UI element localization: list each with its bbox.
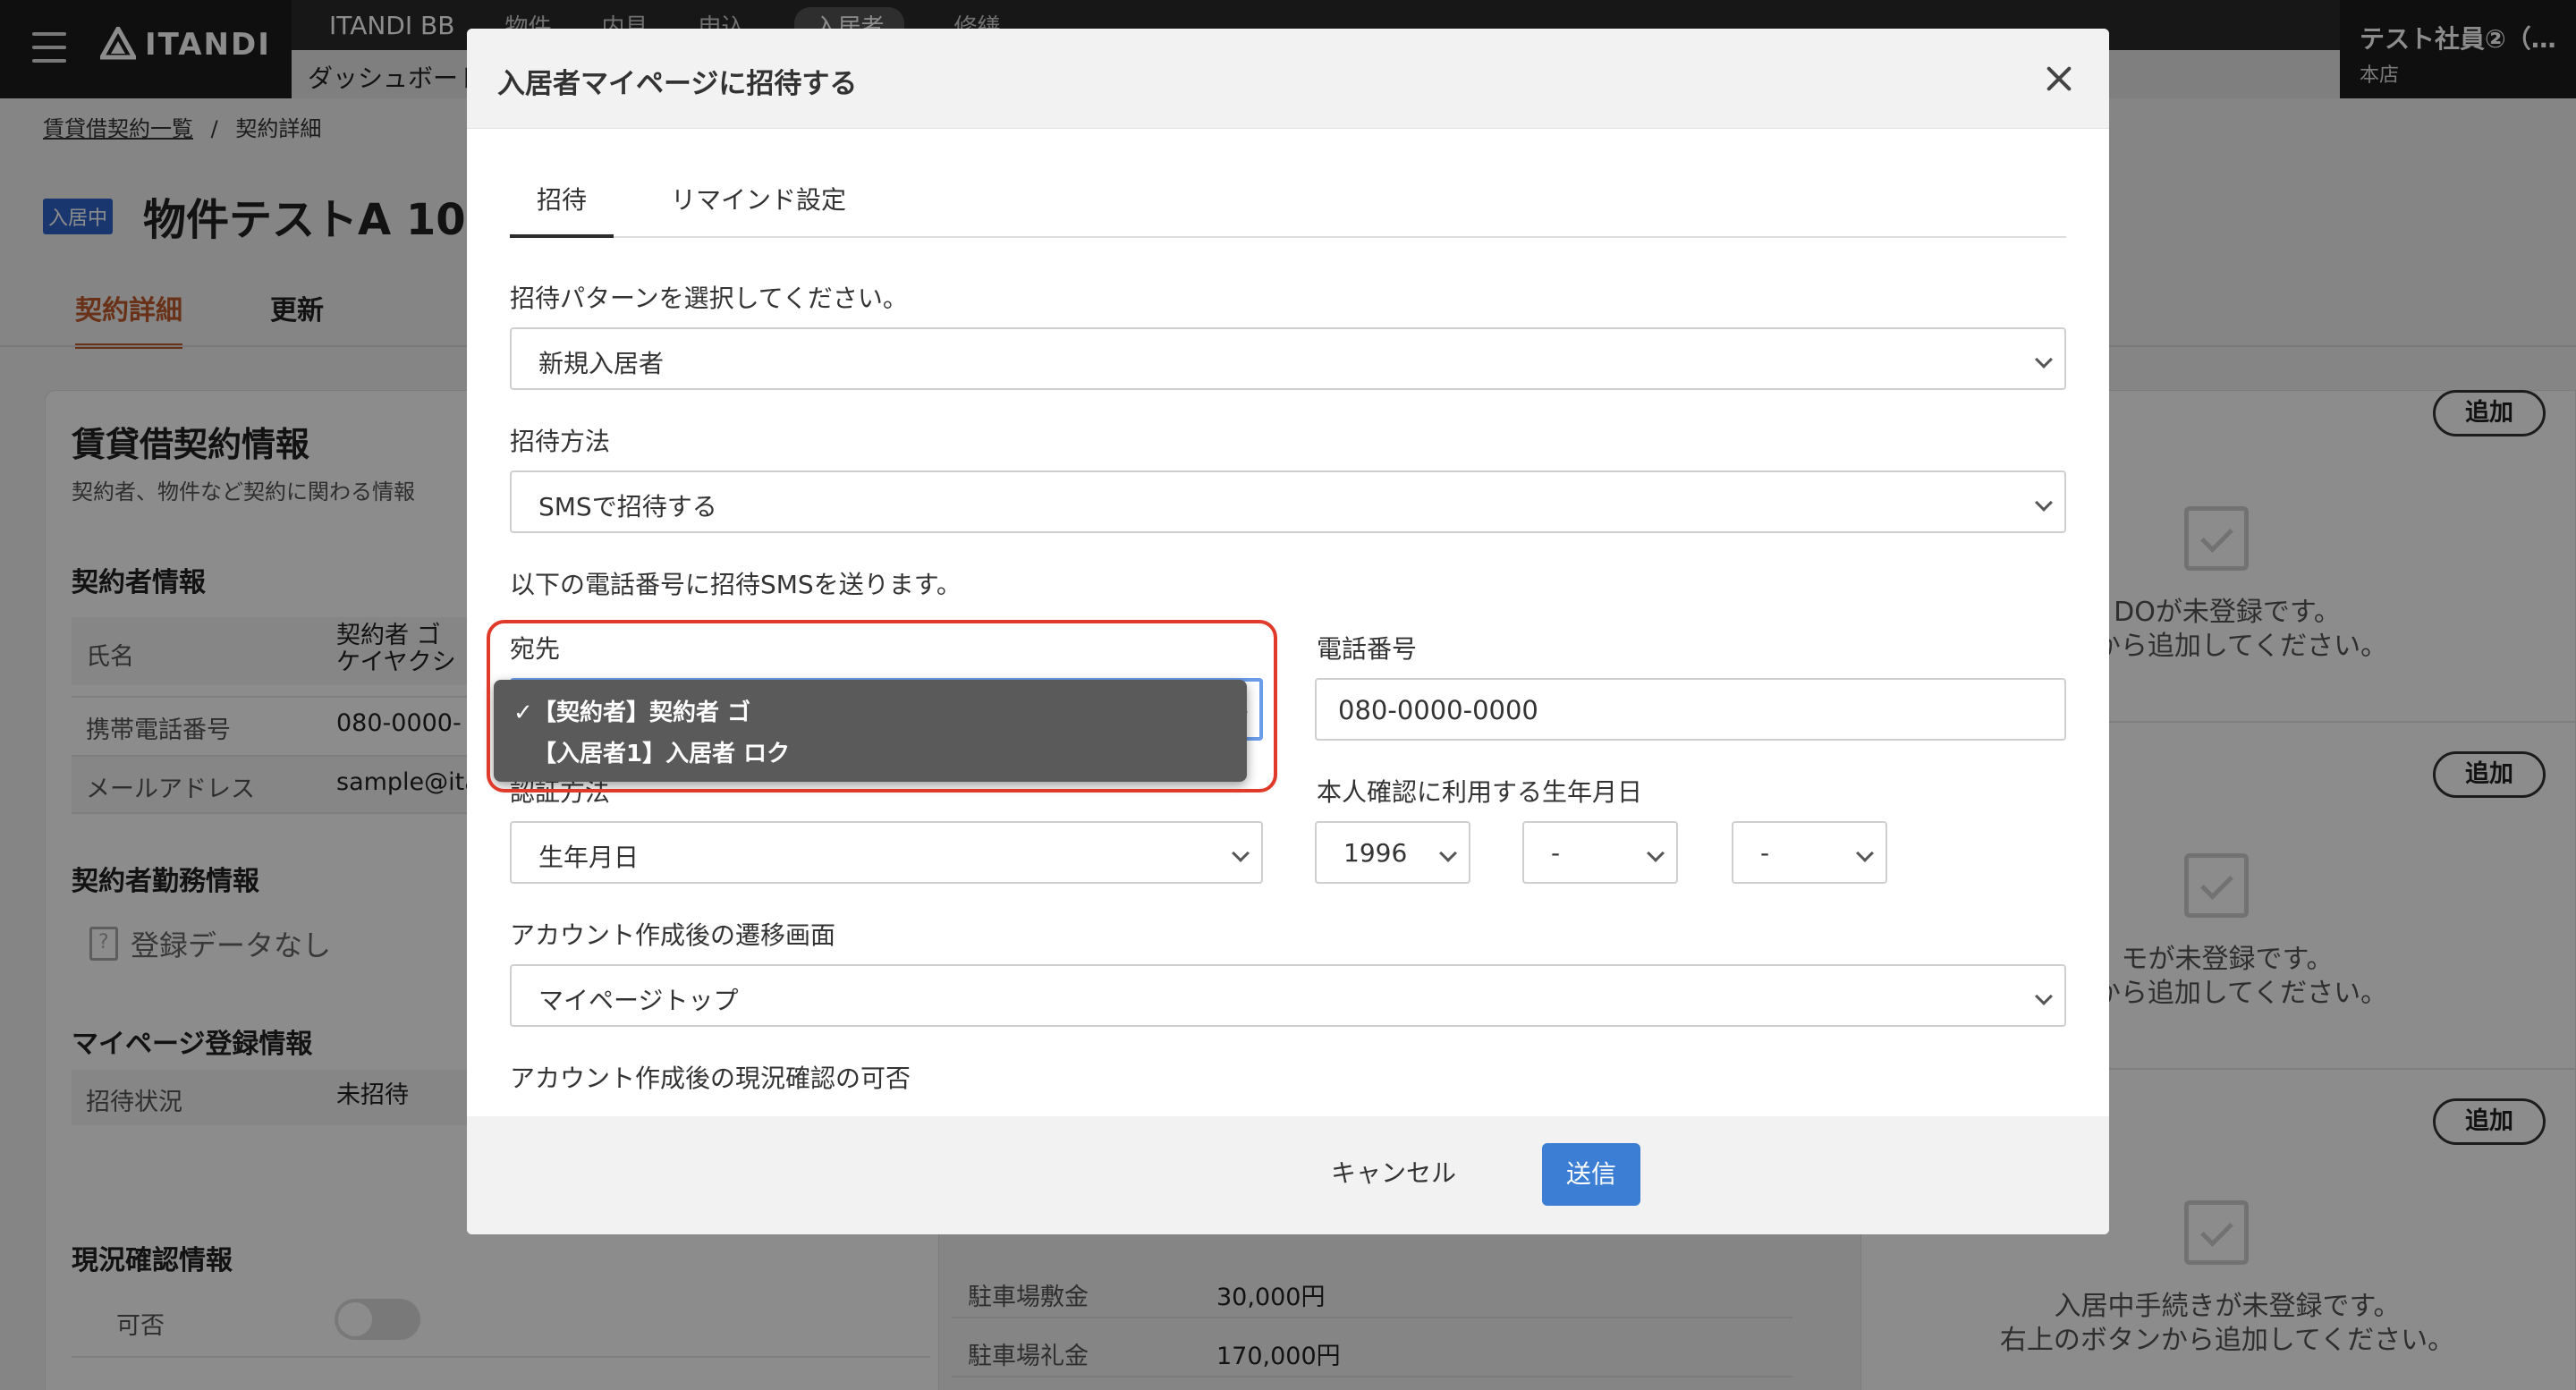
close-icon[interactable] bbox=[2043, 63, 2075, 95]
pattern-label: 招待パターンを選択してください。 bbox=[510, 284, 908, 313]
method-select[interactable]: SMSで招待する bbox=[510, 470, 2066, 533]
modal-tabs: 招待 リマインド設定 bbox=[510, 181, 2066, 238]
auth-method-select[interactable]: 生年月日 bbox=[510, 821, 1263, 884]
cancel-button[interactable]: キャンセル bbox=[1331, 1154, 1456, 1190]
chevron-down-icon bbox=[2035, 987, 2053, 1005]
phone-label: 電話番号 bbox=[1317, 634, 1418, 664]
pattern-select[interactable]: 新規入居者 bbox=[510, 327, 2066, 390]
highlight-annotation bbox=[487, 620, 1277, 792]
chevron-down-icon bbox=[1647, 844, 1665, 862]
sms-note: 以下の電話番号に招待SMSを送ります。 bbox=[510, 570, 962, 599]
chevron-down-icon bbox=[2035, 494, 2053, 512]
chevron-down-icon bbox=[1439, 844, 1457, 862]
after-screen-select[interactable]: マイページトップ bbox=[510, 964, 2066, 1027]
method-label: 招待方法 bbox=[510, 427, 611, 456]
phone-input[interactable]: 080-0000-0000 bbox=[1315, 678, 2066, 741]
chevron-down-icon bbox=[2035, 351, 2053, 369]
tab-remind-settings[interactable]: リマインド設定 bbox=[644, 181, 873, 234]
modal-footer bbox=[467, 1116, 2109, 1234]
chevron-down-icon bbox=[1232, 844, 1250, 862]
after-check-label: アカウント作成後の現況確認の可否 bbox=[510, 1064, 911, 1093]
chevron-down-icon bbox=[1856, 844, 1874, 862]
modal-title: 入居者マイページに招待する bbox=[497, 68, 858, 100]
birth-day-select[interactable]: - bbox=[1732, 821, 1887, 884]
birth-label: 本人確認に利用する生年月日 bbox=[1317, 777, 1643, 807]
tab-invite[interactable]: 招待 bbox=[510, 181, 614, 238]
after-screen-label: アカウント作成後の遷移画面 bbox=[510, 920, 836, 950]
send-button[interactable]: 送信 bbox=[1542, 1143, 1640, 1206]
birth-year-select[interactable]: 1996 bbox=[1315, 821, 1470, 884]
birth-month-select[interactable]: - bbox=[1522, 821, 1678, 884]
modal-header: 入居者マイページに招待する bbox=[467, 29, 2109, 129]
